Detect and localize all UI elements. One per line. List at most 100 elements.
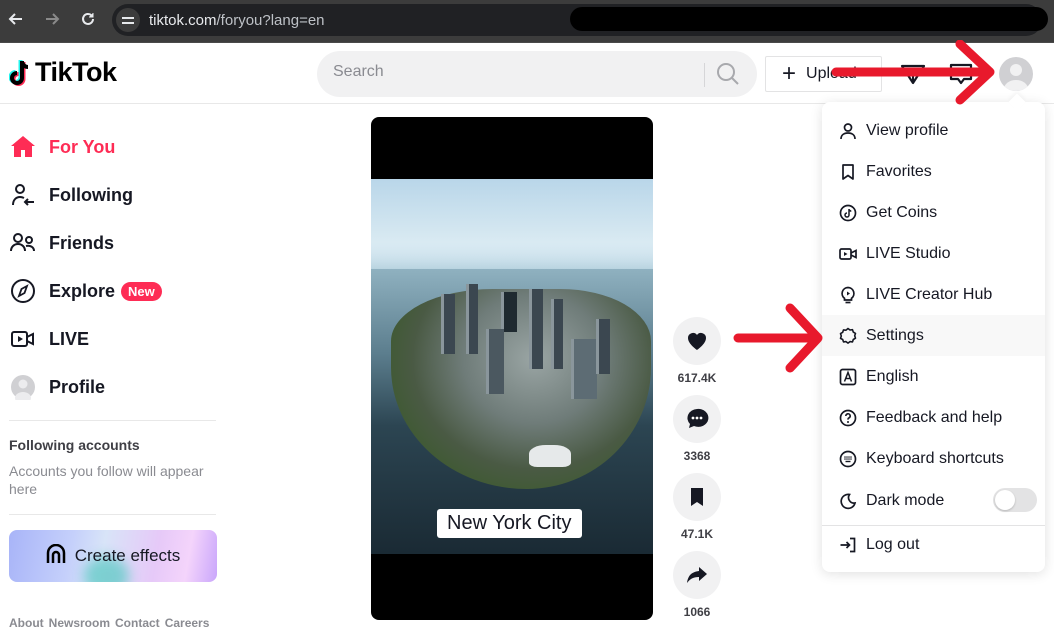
sidebar-divider	[9, 420, 216, 421]
sidebar-divider	[9, 514, 216, 515]
menu-item-label: Favorites	[866, 162, 932, 180]
inbox-button[interactable]	[948, 61, 974, 87]
video-building	[551, 299, 563, 369]
bookmark-button[interactable]	[673, 473, 721, 521]
tiktok-note-icon	[9, 59, 29, 86]
footer-link-careers[interactable]: Careers	[165, 616, 210, 630]
menu-item-live-studio[interactable]: LIVE Studio	[822, 233, 1045, 274]
url-path: /foryou?lang=en	[216, 12, 325, 29]
live-studio-icon	[838, 244, 858, 264]
menu-item-label: LIVE Creator Hub	[866, 285, 993, 303]
share-action[interactable]: 1066	[673, 551, 721, 619]
sidebar-item-for-you[interactable]: For You	[9, 127, 219, 167]
inbox-icon	[949, 63, 973, 85]
menu-item-live-creator-hub[interactable]: LIVE Creator Hub	[822, 274, 1045, 315]
friends-icon	[9, 229, 37, 257]
menu-item-favorites[interactable]: Favorites	[822, 151, 1045, 192]
share-button[interactable]	[673, 551, 721, 599]
video-pier	[529, 445, 571, 467]
menu-item-label: View profile	[866, 121, 949, 139]
lightbulb-icon	[838, 285, 858, 305]
share-icon	[687, 567, 707, 583]
menu-item-keyboard-shortcuts[interactable]: Keyboard shortcuts	[822, 438, 1045, 479]
menu-item-get-coins[interactable]: Get Coins	[822, 192, 1045, 233]
coin-icon	[838, 203, 858, 223]
bookmark-icon	[691, 488, 703, 506]
comment-icon	[687, 408, 709, 428]
redacted-region	[570, 7, 1048, 31]
menu-item-english[interactable]: English	[822, 356, 1045, 397]
profile-avatar-button[interactable]	[999, 57, 1033, 91]
avatar-icon	[1004, 64, 1028, 91]
create-effects-button[interactable]: Create effects	[9, 530, 217, 582]
menu-item-settings[interactable]: Settings	[822, 315, 1045, 356]
sidebar-item-label: LIVE	[49, 328, 90, 349]
search-button[interactable]	[713, 59, 743, 89]
sidebar-item-following[interactable]: Following	[9, 175, 219, 215]
sidebar-item-explore[interactable]: Explore New	[9, 271, 219, 311]
like-action[interactable]: 617.4K	[673, 317, 721, 385]
url-host: tiktok.com	[149, 12, 217, 29]
user-icon	[838, 121, 858, 141]
upload-button[interactable]: + Upload	[765, 56, 882, 92]
messages-button[interactable]	[900, 61, 926, 87]
menu-item-label: English	[866, 367, 919, 385]
footer-link-about[interactable]: About	[9, 616, 44, 630]
menu-item-label: Log out	[866, 535, 920, 553]
menu-item-label: Dark mode	[866, 491, 945, 509]
comment-action[interactable]: 3368	[673, 395, 721, 463]
moon-icon	[838, 491, 858, 511]
sidebar-item-profile[interactable]: Profile	[9, 367, 219, 407]
arrow-left-icon	[8, 13, 22, 25]
new-badge: New	[121, 281, 162, 301]
video-caption: New York City	[437, 509, 582, 538]
following-accounts-title: Following accounts	[9, 437, 140, 453]
gear-icon	[838, 326, 858, 346]
compass-icon	[9, 277, 37, 305]
footer-link-contact[interactable]: Contact	[115, 616, 160, 630]
menu-item-feedback-help[interactable]: Feedback and help	[822, 397, 1045, 438]
toggle-knob	[995, 490, 1015, 510]
comment-button[interactable]	[673, 395, 721, 443]
create-effects-label: Create effects	[74, 546, 181, 565]
video-building	[529, 289, 543, 369]
video-building	[501, 292, 517, 332]
menu-item-view-profile[interactable]: View profile	[822, 110, 1045, 151]
heart-icon	[688, 333, 706, 350]
footer-link-newsroom[interactable]: Newsroom	[49, 616, 110, 630]
bookmark-count: 47.1K	[680, 527, 714, 541]
site-info-icon[interactable]	[116, 8, 140, 32]
back-button[interactable]	[6, 10, 26, 30]
help-icon	[838, 408, 858, 428]
dark-mode-toggle[interactable]	[993, 488, 1037, 512]
menu-item-dark-mode[interactable]: Dark mode	[822, 480, 1045, 521]
send-icon	[900, 64, 926, 85]
profile-dropdown-menu: View profile Favorites Get Coins LIVE St…	[822, 102, 1045, 572]
logout-icon	[838, 535, 858, 555]
footer-links: About Newsroom Contact Careers	[9, 616, 209, 630]
reload-button[interactable]	[78, 10, 98, 30]
top-header: TikTok + Upload	[0, 43, 1054, 104]
sidebar-item-label: For You	[49, 136, 116, 157]
video-player[interactable]: New York City	[371, 117, 653, 620]
sidebar-item-live[interactable]: LIVE	[9, 319, 219, 359]
share-count: 1066	[683, 605, 711, 619]
live-camera-icon	[9, 325, 37, 353]
logo-text: TikTok	[35, 57, 117, 87]
bookmark-action[interactable]: 47.1K	[673, 473, 721, 541]
sidebar-item-label: Friends	[49, 232, 115, 253]
video-building	[571, 339, 597, 399]
bookmark-outline-icon	[838, 162, 858, 182]
effect-arch-icon	[46, 543, 66, 569]
menu-item-log-out[interactable]: Log out	[822, 524, 1045, 565]
menu-item-label: Settings	[866, 326, 924, 344]
language-icon	[838, 367, 858, 387]
forward-button[interactable]	[42, 10, 62, 30]
search-input[interactable]	[333, 63, 693, 81]
reload-icon	[82, 12, 94, 25]
video-frame-nyc-aerial	[371, 179, 653, 554]
sidebar-item-friends[interactable]: Friends	[9, 223, 219, 263]
like-button[interactable]	[673, 317, 721, 365]
url-text[interactable]: tiktok.com/foryou?lang=en	[149, 12, 325, 29]
tiktok-logo[interactable]: TikTok	[9, 57, 117, 88]
